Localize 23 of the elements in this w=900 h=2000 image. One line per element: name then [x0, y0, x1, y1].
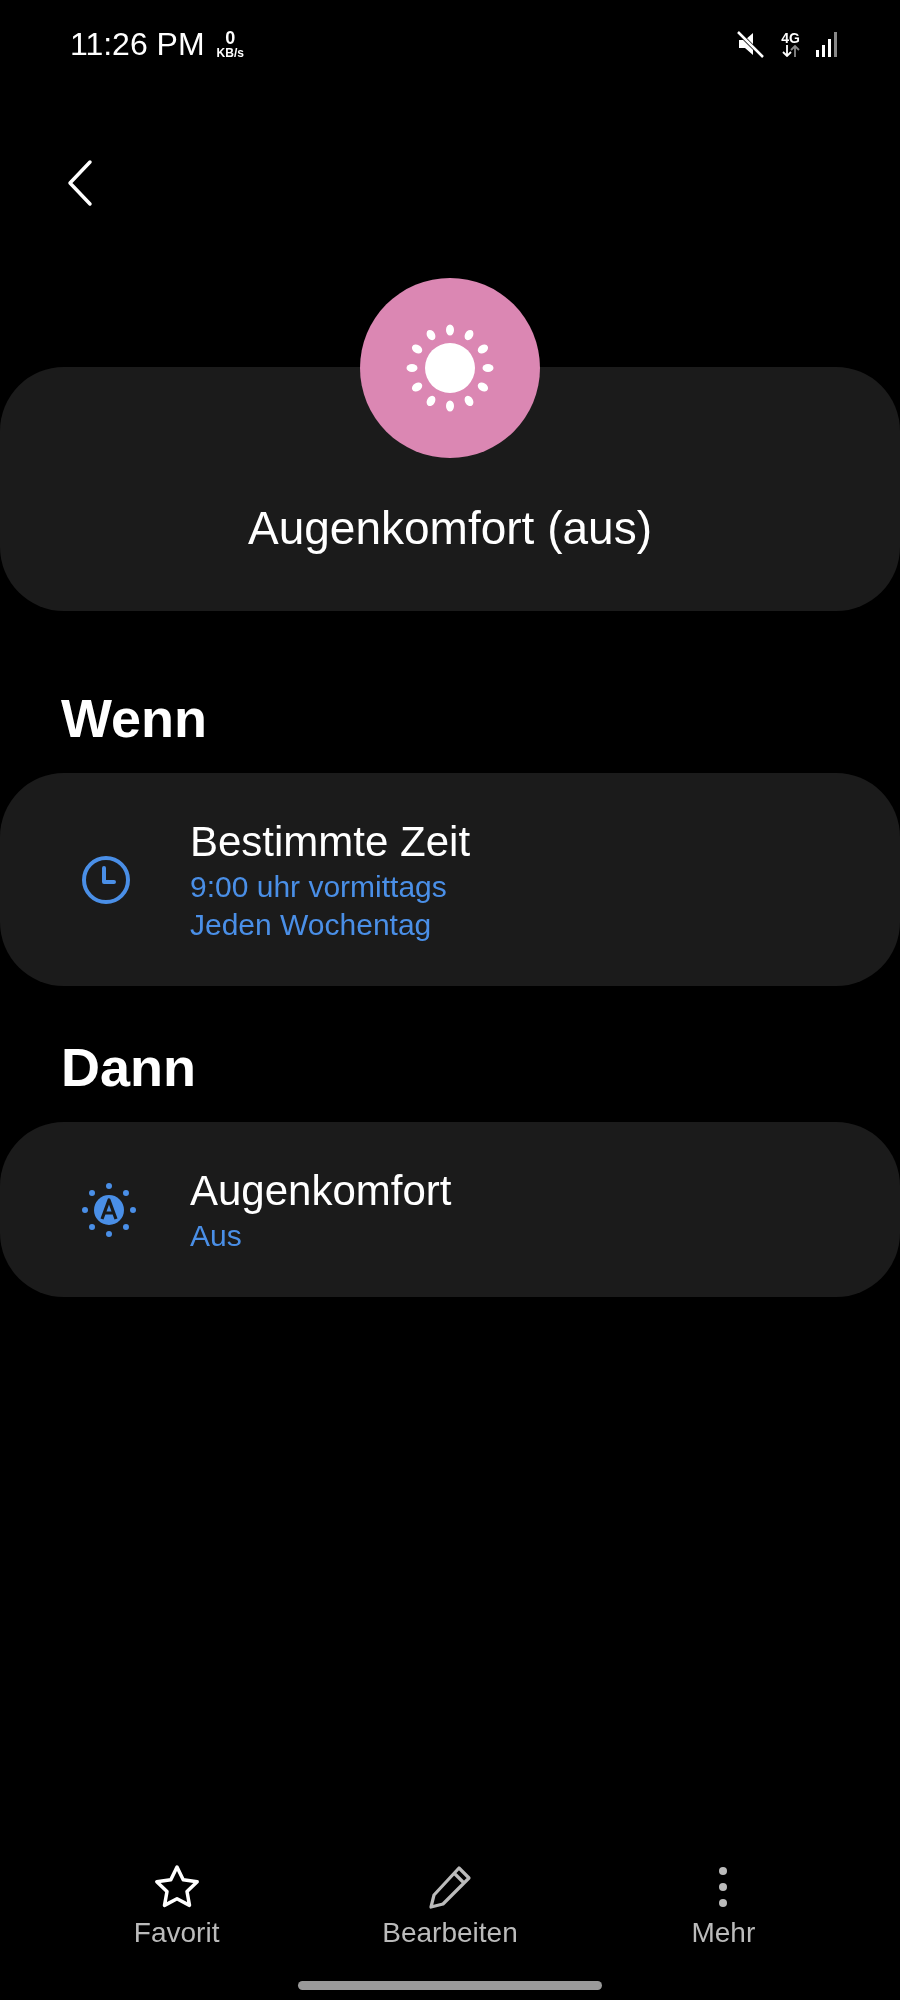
sun-icon: [80, 1180, 138, 1239]
speed-unit: KB/s: [216, 47, 244, 59]
item-detail: 9:00 uhr vormittags: [190, 868, 448, 905]
clock-icon: [80, 853, 132, 906]
section-heading: Wenn: [61, 688, 207, 748]
nav-button[interactable]: Mehr: [613, 1863, 834, 1947]
item-title: Augenkomfort: [190, 1165, 452, 1216]
status-time: 11:26 PM: [70, 25, 205, 64]
signal-icon: [816, 31, 840, 57]
item-detail: Jeden Wochentag: [190, 906, 433, 943]
condition-card[interactable]: Augenkomfort Aus: [0, 1122, 900, 1297]
sun-icon: [404, 322, 496, 414]
nav-button[interactable]: Bearbeiten: [340, 1863, 560, 1947]
condition-card[interactable]: Bestimmte Zeit 9:00 uhr vormittags Jeden Wochentag: [0, 773, 900, 986]
network-type: 4G: [781, 31, 800, 45]
section-heading: Dann: [61, 1037, 196, 1097]
back-icon: [66, 159, 94, 207]
mute-icon: [735, 29, 766, 59]
item-detail: Aus: [190, 1217, 243, 1254]
data-arrows-icon: [781, 45, 800, 57]
speed-value: 0: [225, 29, 236, 47]
nav-button[interactable]: Favorit: [66, 1863, 287, 1947]
item-title: Bestimmte Zeit: [190, 816, 471, 867]
